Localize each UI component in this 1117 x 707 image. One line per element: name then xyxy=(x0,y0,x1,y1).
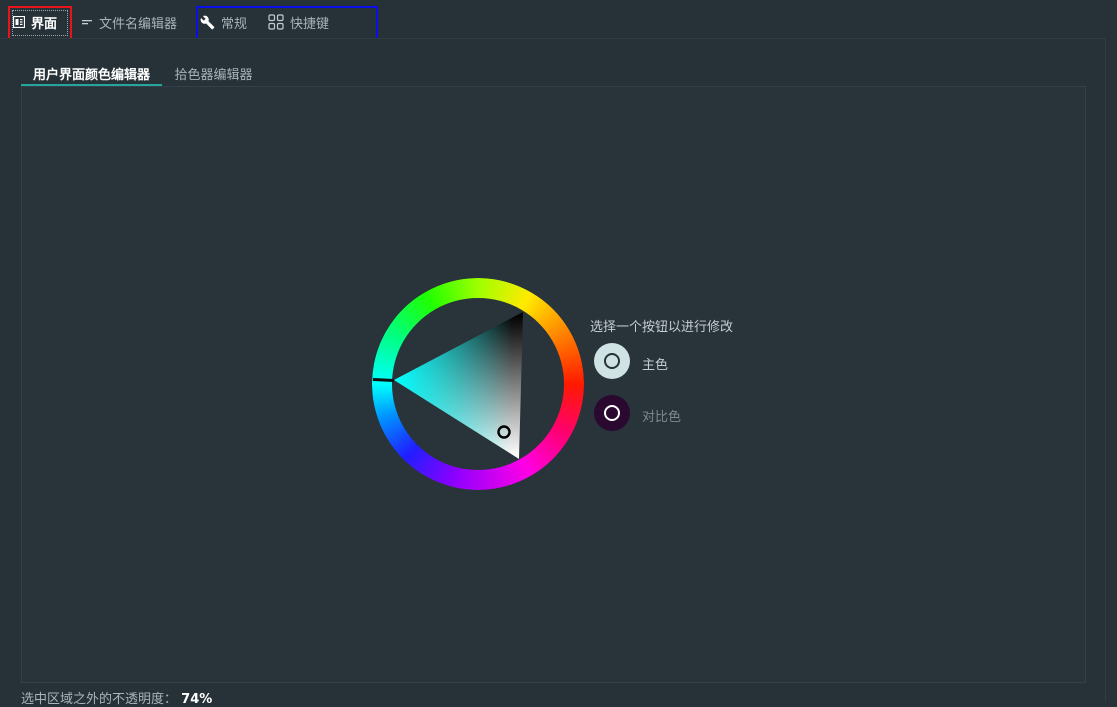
hue-marker[interactable] xyxy=(372,378,395,382)
tab-shortcuts-label: 快捷键 xyxy=(290,16,330,32)
opacity-label: 选中区域之外的不透明度： xyxy=(21,692,178,707)
color-wheel[interactable] xyxy=(372,278,584,490)
tab-filename-editor[interactable]: 文件名编辑器 xyxy=(81,6,177,38)
primary-color-label[interactable]: 主色 xyxy=(642,354,668,373)
top-tab-bar: 界面 文件名编辑器 常规 快捷键 xyxy=(0,0,1117,44)
subtab-ui-color-editor-label: 用户界面颜色编辑器 xyxy=(32,67,150,83)
tab-shortcuts[interactable]: 快捷键 xyxy=(268,6,329,38)
tab-filename-editor-label: 文件名编辑器 xyxy=(99,16,178,32)
contrast-color-label[interactable]: 对比色 xyxy=(642,406,681,425)
opacity-setting[interactable]: 选中区域之外的不透明度： 74% xyxy=(21,688,212,707)
primary-color-button[interactable] xyxy=(594,343,630,379)
opacity-value: 74% xyxy=(181,692,213,707)
primary-color-ring xyxy=(604,353,620,369)
subtab-color-picker-editor[interactable]: 拾色器编辑器 xyxy=(166,60,261,86)
grid-icon xyxy=(268,14,284,30)
tab-general[interactable]: 常规 xyxy=(200,6,247,38)
subtab-color-picker-editor-label: 拾色器编辑器 xyxy=(174,67,253,83)
contrast-color-button[interactable] xyxy=(594,395,630,431)
tab-interface-label: 界面 xyxy=(31,16,58,32)
tab-interface[interactable]: 界面 xyxy=(13,6,57,38)
short-text-icon xyxy=(81,16,93,28)
edit-instruction: 选择一个按钮以进行修改 xyxy=(590,320,734,335)
interface-icon xyxy=(13,16,25,28)
wrench-icon xyxy=(200,15,215,30)
tab-general-label: 常规 xyxy=(221,16,248,32)
subtab-ui-color-editor[interactable]: 用户界面颜色编辑器 xyxy=(21,60,162,86)
contrast-color-ring xyxy=(604,405,620,421)
